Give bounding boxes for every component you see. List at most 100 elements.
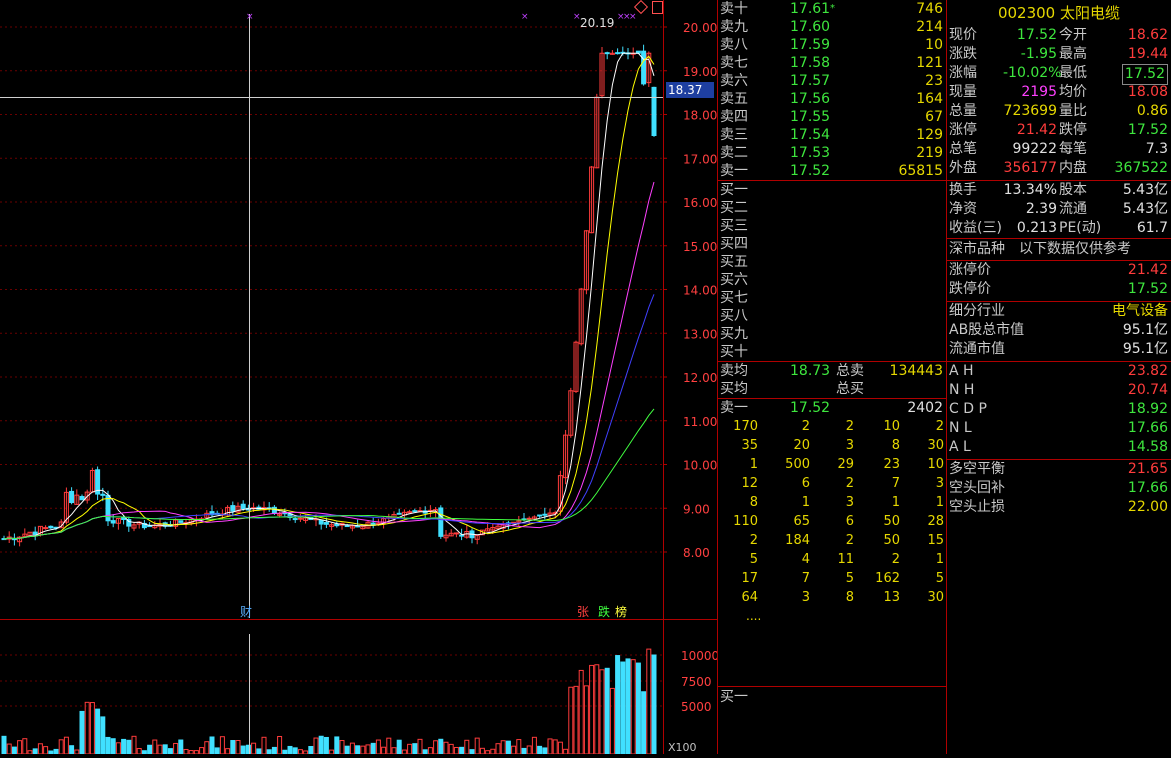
volume-bar (334, 736, 340, 755)
queue-cell: 20 (793, 438, 810, 453)
price-tick-label: 14.00 (683, 284, 717, 298)
candle-body (43, 527, 49, 530)
ask-level[interactable]: 卖三 17.54 129 (718, 126, 946, 144)
volume-bar (344, 745, 350, 755)
quote-value: 0.86 (1136, 103, 1168, 119)
ask-level[interactable]: 卖六 17.57 23 (718, 72, 946, 90)
candle-body (453, 532, 459, 535)
queue-cell: 23 (883, 457, 900, 472)
quote-label: 涨幅 (949, 65, 977, 81)
quote-value: 17.52 (1016, 27, 1057, 43)
candle-body (297, 517, 303, 520)
queue-cell: 6 (801, 476, 810, 491)
queue-row: 12 6 2 7 3 (718, 474, 946, 493)
volume-bar (615, 655, 621, 755)
market-note: 深市品种 以下数据仅供参考 (949, 241, 1131, 257)
quote-field-row: 收益(三) 0.213 PE(动) 61.7 (947, 219, 1171, 238)
volume-bar (323, 736, 329, 755)
kline-chart-panel[interactable]: 20.00 19.00 18.00 17.00 16.00 15.00 14.00 13.00… (0, 0, 719, 755)
queue-header-row: 卖一 17.52 2402 (720, 400, 943, 416)
bid-level[interactable]: 买七 (718, 289, 946, 307)
stock-title[interactable]: 002300 太阳电缆 (947, 0, 1171, 26)
volume-bar (537, 745, 543, 755)
quote-label: 跌停 (1059, 122, 1087, 138)
bottom-bid-row: 买一 (720, 689, 748, 705)
marker-zhang[interactable]: 张 (577, 603, 589, 620)
close-box-icon[interactable] (652, 1, 663, 14)
candle-body (292, 518, 298, 521)
marker-die[interactable]: 跌 (598, 603, 610, 620)
ask-level[interactable]: 卖四 17.55 67 (718, 108, 946, 126)
bid-level[interactable]: 买四 (718, 235, 946, 253)
kline-svg[interactable]: 20.00 19.00 18.00 17.00 16.00 15.00 14.00 13.00… (0, 0, 719, 755)
event-marker-icon: × (521, 12, 529, 22)
queue-row: 5 4 11 2 1 (718, 550, 946, 569)
candle-body (79, 496, 85, 501)
bid-label: 买六 (720, 272, 748, 288)
indicator-label: N H (949, 382, 975, 398)
bid-level[interactable]: 买三 (718, 217, 946, 235)
volume-bar (641, 691, 647, 755)
ask-price: 17.55 (790, 109, 831, 125)
quote-value: 17.52 (1121, 64, 1168, 85)
quote-value: 18.08 (1127, 84, 1168, 100)
volume-bar (625, 658, 631, 755)
indicator-row: A H 23.82 (947, 362, 1171, 381)
ask-level[interactable]: 卖五 17.56 164 (718, 90, 946, 108)
candle-body (537, 514, 543, 517)
queue-cell: 8 (891, 438, 900, 453)
indicator-label: N L (949, 420, 972, 436)
quote-label: 量比 (1059, 103, 1087, 119)
candle-body (110, 520, 116, 524)
quote-value: -1.95 (1020, 46, 1057, 62)
volume-bar (370, 742, 376, 755)
bid-level[interactable]: 买八 (718, 307, 946, 325)
ask-level[interactable]: 卖七 17.58 121 (718, 54, 946, 72)
quote-field-row: 涨幅 -10.02% 最低 17.52 (947, 64, 1171, 85)
stock-name: 太阳电缆 (1060, 4, 1121, 22)
quote-label: PE(动) (1059, 220, 1102, 236)
bid-label: 买八 (720, 308, 748, 324)
ask-level[interactable]: 卖八 17.59 10 (718, 36, 946, 54)
quote-field-row: 总量 723699 量比 0.86 (947, 102, 1171, 121)
candle-body (230, 505, 236, 512)
bid-level[interactable]: 买二 (718, 199, 946, 217)
volume-bar (11, 746, 17, 755)
quote-value: 19.44 (1127, 46, 1168, 62)
bid-level[interactable]: 买九 (718, 325, 946, 343)
ask-price: 17.59 (790, 37, 831, 53)
quote-label: 现价 (949, 27, 977, 43)
ask-level[interactable]: 卖十 17.61 * 746 (718, 0, 946, 18)
quote-main-fields: 现价 17.52 今开 18.62 涨跌 -1.95 最高 19.44 涨幅 -10… (947, 26, 1171, 178)
quote-field-row: 换手 13.34% 股本 5.43亿 (947, 181, 1171, 200)
ask-price: 17.58 (790, 55, 831, 71)
queue-cell: 3 (845, 495, 854, 510)
quote-value: 367522 (1114, 160, 1168, 176)
marker-bang[interactable]: 榜 (615, 603, 627, 620)
price-tick-label: 10.00 (683, 459, 717, 473)
candle-body (323, 522, 329, 525)
volume-bar (147, 744, 153, 755)
volume-bar (240, 745, 246, 755)
ask-volume: 219 (916, 145, 943, 161)
bid-level[interactable]: 买五 (718, 253, 946, 271)
queue-cell: 3 (935, 476, 944, 491)
bid-level[interactable]: 买十 (718, 343, 946, 361)
ask-level[interactable]: 卖二 17.53 219 (718, 144, 946, 162)
indicator-row: A L 14.58 (947, 438, 1171, 457)
candle-body (396, 512, 402, 515)
signal-rows: 多空平衡 21.65 空头回补 17.66 空头止损 22.00 (947, 460, 1171, 517)
quote-value: 2195 (1021, 84, 1057, 100)
bid-level[interactable]: 买一 (718, 181, 946, 199)
volume-bar (292, 747, 298, 755)
marker-cai[interactable]: 财 (240, 603, 252, 620)
limit-down-row: 跌停价 17.52 (949, 281, 1168, 297)
volume-bar (308, 745, 314, 755)
ask-level[interactable]: 卖一 17.52 65815 (718, 162, 946, 180)
queue-cell: 2 (845, 533, 854, 548)
ask-level[interactable]: 卖九 17.60 214 (718, 18, 946, 36)
queue-row: 8 1 3 1 1 (718, 493, 946, 512)
candle-body (615, 52, 621, 55)
candle-body (121, 517, 127, 520)
bid-level[interactable]: 买六 (718, 271, 946, 289)
